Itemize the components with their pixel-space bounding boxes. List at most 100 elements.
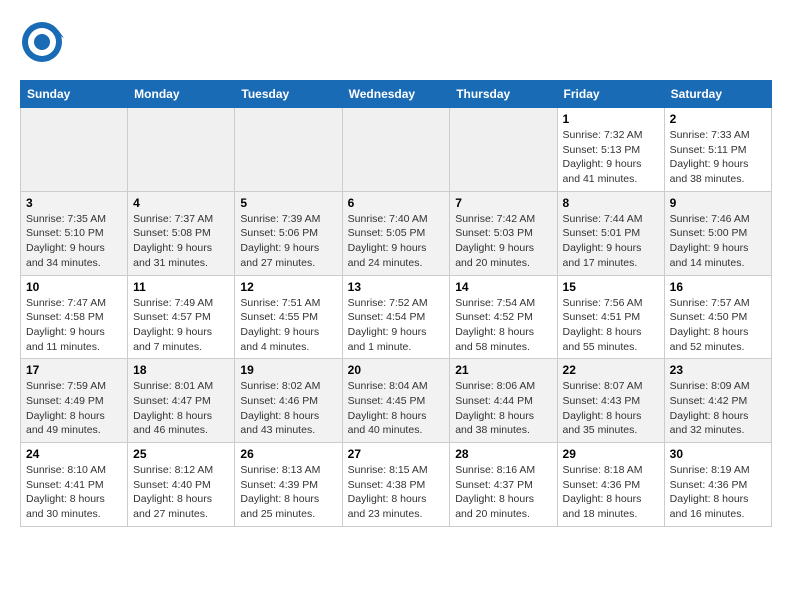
calendar-cell: 10 Sunrise: 7:47 AM Sunset: 4:58 PM Dayli… [21,275,128,359]
calendar-cell: 6 Sunrise: 7:40 AM Sunset: 5:05 PM Daylig… [342,191,450,275]
day-info: Sunrise: 7:56 AM Sunset: 4:51 PM Dayligh… [563,296,659,355]
day-number: 16 [670,280,766,294]
calendar-cell: 16 Sunrise: 7:57 AM Sunset: 4:50 PM Dayli… [664,275,771,359]
day-header-thursday: Thursday [450,81,557,108]
day-info: Sunrise: 8:06 AM Sunset: 4:44 PM Dayligh… [455,379,551,438]
day-header-friday: Friday [557,81,664,108]
day-info: Sunrise: 8:09 AM Sunset: 4:42 PM Dayligh… [670,379,766,438]
day-info: Sunrise: 7:51 AM Sunset: 4:55 PM Dayligh… [240,296,336,355]
header [20,20,772,64]
calendar-cell: 19 Sunrise: 8:02 AM Sunset: 4:46 PM Dayli… [235,359,342,443]
day-number: 7 [455,196,551,210]
day-info: Sunrise: 7:39 AM Sunset: 5:06 PM Dayligh… [240,212,336,271]
calendar-cell: 21 Sunrise: 8:06 AM Sunset: 4:44 PM Dayli… [450,359,557,443]
day-info: Sunrise: 8:18 AM Sunset: 4:36 PM Dayligh… [563,463,659,522]
calendar-cell: 30 Sunrise: 8:19 AM Sunset: 4:36 PM Dayli… [664,443,771,527]
day-header-sunday: Sunday [21,81,128,108]
logo [20,20,68,64]
day-header-wednesday: Wednesday [342,81,450,108]
day-number: 29 [563,447,659,461]
day-number: 25 [133,447,229,461]
calendar-cell: 23Sunrise: 8:09 AM Sunset: 4:42 PM Dayli… [664,359,771,443]
day-number: 5 [240,196,336,210]
calendar-cell [21,108,128,192]
day-number: 1 [563,112,659,126]
day-number: 6 [348,196,445,210]
day-info: Sunrise: 8:19 AM Sunset: 4:36 PM Dayligh… [670,463,766,522]
day-info: Sunrise: 7:40 AM Sunset: 5:05 PM Dayligh… [348,212,445,271]
calendar-cell: 5 Sunrise: 7:39 AM Sunset: 5:06 PM Daylig… [235,191,342,275]
day-info: Sunrise: 8:04 AM Sunset: 4:45 PM Dayligh… [348,379,445,438]
calendar-cell: 20 Sunrise: 8:04 AM Sunset: 4:45 PM Dayli… [342,359,450,443]
day-number: 30 [670,447,766,461]
day-info: Sunrise: 8:07 AM Sunset: 4:43 PM Dayligh… [563,379,659,438]
day-info: Sunrise: 7:37 AM Sunset: 5:08 PM Dayligh… [133,212,229,271]
calendar-cell [450,108,557,192]
day-info: Sunrise: 7:59 AM Sunset: 4:49 PM Dayligh… [26,379,122,438]
calendar-cell: 3 Sunrise: 7:35 AM Sunset: 5:10 PM Daylig… [21,191,128,275]
calendar-cell: 15 Sunrise: 7:56 AM Sunset: 4:51 PM Dayli… [557,275,664,359]
calendar-cell: 14Sunrise: 7:54 AM Sunset: 4:52 PM Dayli… [450,275,557,359]
day-info: Sunrise: 7:44 AM Sunset: 5:01 PM Dayligh… [563,212,659,271]
calendar-cell: 9Sunrise: 7:46 AM Sunset: 5:00 PM Daylig… [664,191,771,275]
day-number: 3 [26,196,122,210]
day-header-tuesday: Tuesday [235,81,342,108]
calendar-cell: 24Sunrise: 8:10 AM Sunset: 4:41 PM Dayli… [21,443,128,527]
day-number: 2 [670,112,766,126]
day-info: Sunrise: 8:16 AM Sunset: 4:37 PM Dayligh… [455,463,551,522]
day-info: Sunrise: 7:49 AM Sunset: 4:57 PM Dayligh… [133,296,229,355]
calendar-cell: 7 Sunrise: 7:42 AM Sunset: 5:03 PM Daylig… [450,191,557,275]
day-number: 9 [670,196,766,210]
day-number: 10 [26,280,122,294]
day-header-saturday: Saturday [664,81,771,108]
day-number: 4 [133,196,229,210]
day-info: Sunrise: 7:35 AM Sunset: 5:10 PM Dayligh… [26,212,122,271]
day-number: 27 [348,447,445,461]
day-info: Sunrise: 7:42 AM Sunset: 5:03 PM Dayligh… [455,212,551,271]
day-number: 12 [240,280,336,294]
day-number: 17 [26,363,122,377]
logo-icon [20,20,64,64]
day-number: 20 [348,363,445,377]
day-info: Sunrise: 7:33 AM Sunset: 5:11 PM Dayligh… [670,128,766,187]
calendar-cell [235,108,342,192]
day-number: 8 [563,196,659,210]
day-number: 19 [240,363,336,377]
calendar-cell: 28 Sunrise: 8:16 AM Sunset: 4:37 PM Dayli… [450,443,557,527]
calendar-cell [342,108,450,192]
day-info: Sunrise: 7:47 AM Sunset: 4:58 PM Dayligh… [26,296,122,355]
calendar-cell: 8 Sunrise: 7:44 AM Sunset: 5:01 PM Daylig… [557,191,664,275]
day-number: 21 [455,363,551,377]
calendar-cell: 11 Sunrise: 7:49 AM Sunset: 4:57 PM Dayli… [128,275,235,359]
day-number: 26 [240,447,336,461]
day-number: 15 [563,280,659,294]
day-info: Sunrise: 8:02 AM Sunset: 4:46 PM Dayligh… [240,379,336,438]
day-info: Sunrise: 7:57 AM Sunset: 4:50 PM Dayligh… [670,296,766,355]
calendar-cell: 2 Sunrise: 7:33 AM Sunset: 5:11 PM Daylig… [664,108,771,192]
day-info: Sunrise: 8:13 AM Sunset: 4:39 PM Dayligh… [240,463,336,522]
day-info: Sunrise: 7:32 AM Sunset: 5:13 PM Dayligh… [563,128,659,187]
day-number: 18 [133,363,229,377]
day-info: Sunrise: 8:15 AM Sunset: 4:38 PM Dayligh… [348,463,445,522]
day-number: 22 [563,363,659,377]
day-number: 28 [455,447,551,461]
day-number: 24 [26,447,122,461]
day-number: 11 [133,280,229,294]
calendar: SundayMondayTuesdayWednesdayThursdayFrid… [20,80,772,527]
day-header-monday: Monday [128,81,235,108]
calendar-cell: 1 Sunrise: 7:32 AM Sunset: 5:13 PM Daylig… [557,108,664,192]
day-number: 13 [348,280,445,294]
calendar-cell: 29 Sunrise: 8:18 AM Sunset: 4:36 PM Dayli… [557,443,664,527]
day-info: Sunrise: 8:12 AM Sunset: 4:40 PM Dayligh… [133,463,229,522]
day-number: 14 [455,280,551,294]
calendar-cell [128,108,235,192]
calendar-cell: 18Sunrise: 8:01 AM Sunset: 4:47 PM Dayli… [128,359,235,443]
calendar-cell: 4 Sunrise: 7:37 AM Sunset: 5:08 PM Daylig… [128,191,235,275]
calendar-cell: 22 Sunrise: 8:07 AM Sunset: 4:43 PM Dayli… [557,359,664,443]
calendar-cell: 27 Sunrise: 8:15 AM Sunset: 4:38 PM Dayli… [342,443,450,527]
calendar-cell: 13 Sunrise: 7:52 AM Sunset: 4:54 PM Dayli… [342,275,450,359]
calendar-cell: 12 Sunrise: 7:51 AM Sunset: 4:55 PM Dayli… [235,275,342,359]
day-info: Sunrise: 7:52 AM Sunset: 4:54 PM Dayligh… [348,296,445,355]
calendar-cell: 26 Sunrise: 8:13 AM Sunset: 4:39 PM Dayli… [235,443,342,527]
calendar-cell: 25 Sunrise: 8:12 AM Sunset: 4:40 PM Dayli… [128,443,235,527]
